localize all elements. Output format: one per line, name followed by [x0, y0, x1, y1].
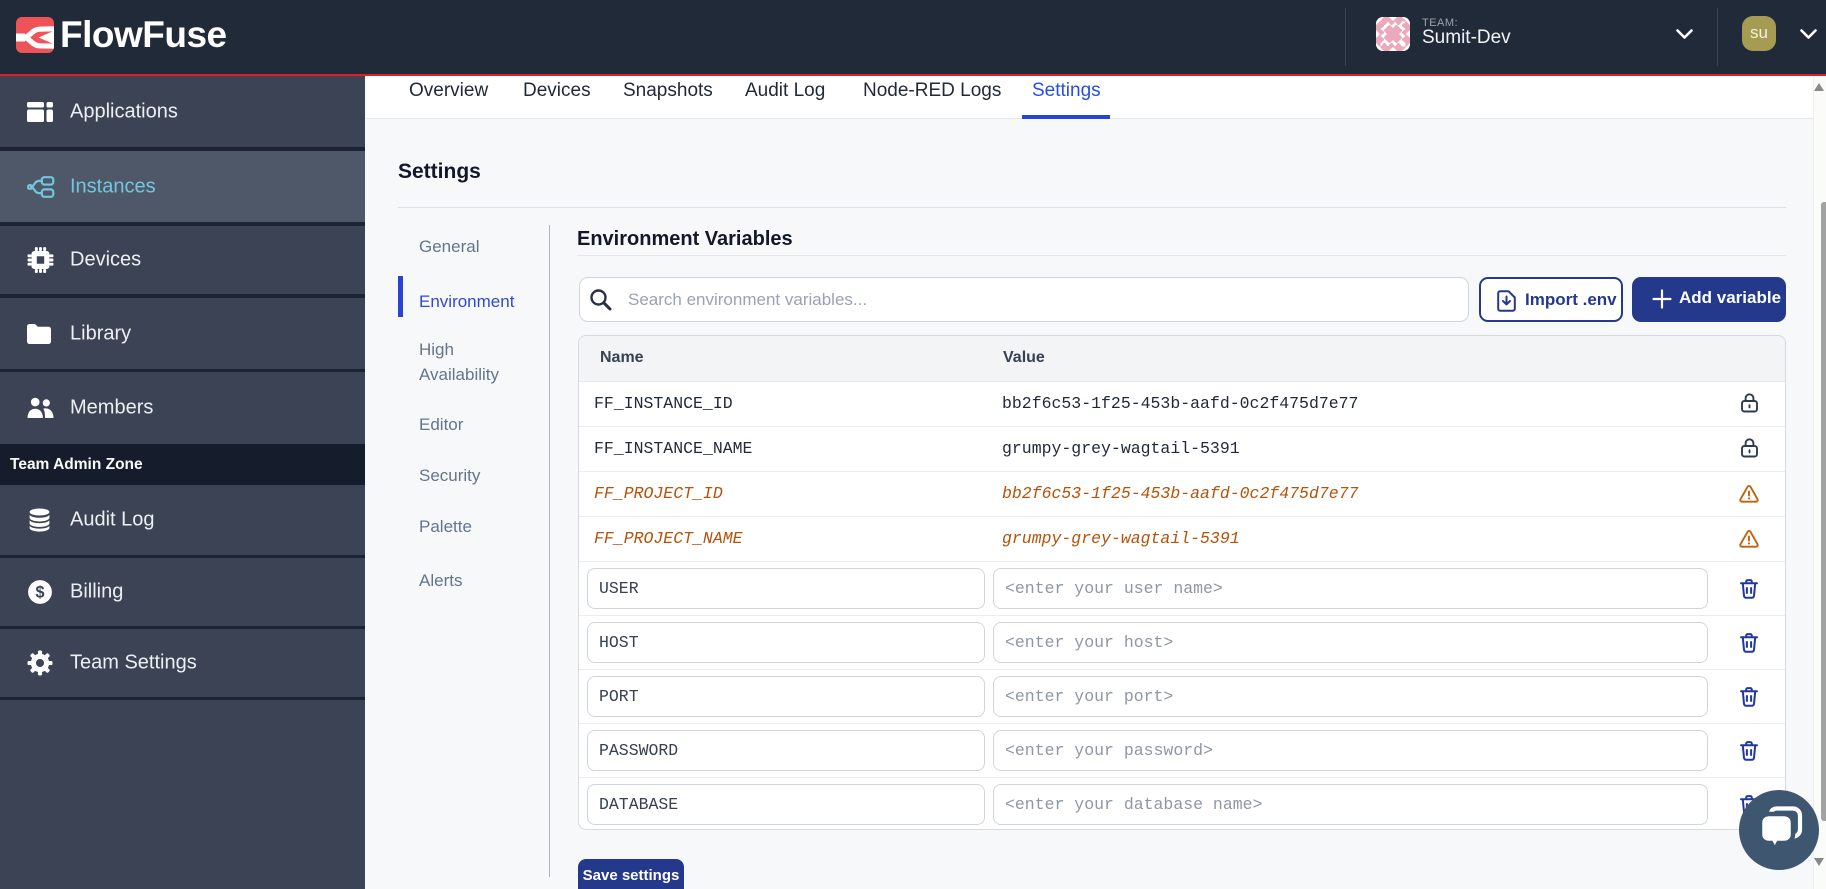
svg-text:$: $ [35, 584, 44, 602]
